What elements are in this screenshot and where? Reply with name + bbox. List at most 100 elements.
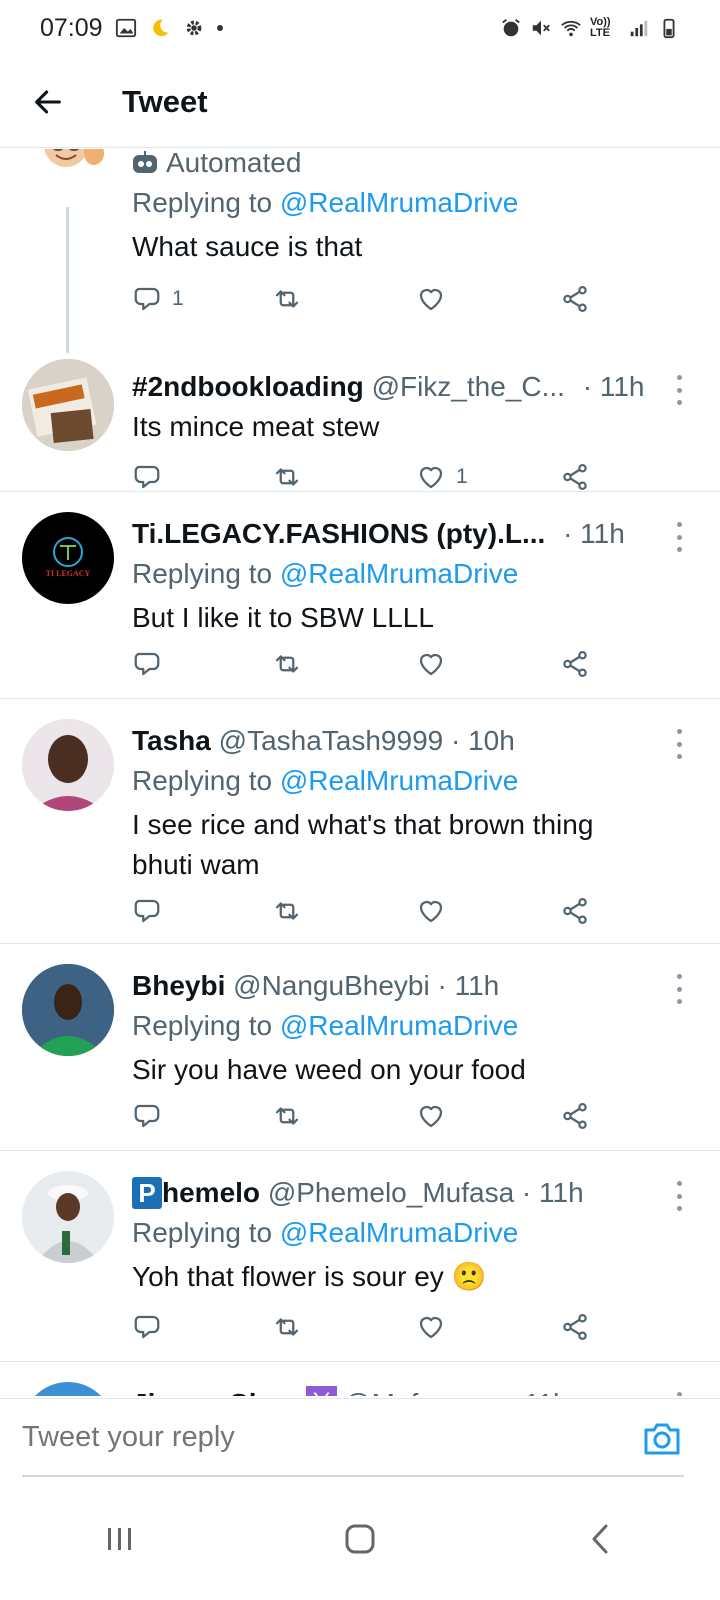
comment-icon xyxy=(134,1315,160,1339)
mention-link[interactable]: @RealMrumaDrive xyxy=(280,1217,518,1248)
retweet-icon xyxy=(275,468,299,486)
more-options-button[interactable] xyxy=(674,729,684,759)
retweet-button[interactable] xyxy=(272,279,302,319)
retweet-button[interactable] xyxy=(272,1307,302,1347)
mention-link[interactable]: @RealMrumaDrive xyxy=(280,558,518,589)
retweet-button[interactable] xyxy=(272,644,302,684)
avatar[interactable] xyxy=(22,1171,114,1263)
tweet-actions xyxy=(132,1307,602,1347)
avatar[interactable] xyxy=(28,149,108,203)
timestamp: · 11h xyxy=(437,970,500,1001)
mention-link[interactable]: @RealMrumaDrive xyxy=(280,1010,518,1041)
home-button[interactable] xyxy=(320,1509,400,1569)
reply-tweet[interactable]: Jimmy Choo ♓ @Mafenswa · 11h xyxy=(0,1362,720,1396)
more-options-button[interactable] xyxy=(674,375,684,405)
system-back-button[interactable] xyxy=(560,1509,640,1569)
recent-apps-button[interactable] xyxy=(80,1509,160,1569)
recent-apps-icon xyxy=(108,1528,131,1550)
replying-to: Replying to @RealMrumaDrive xyxy=(132,558,519,589)
tweet-text-line: I see rice and what's that brown thing xyxy=(132,809,594,840)
like-button[interactable] xyxy=(416,644,446,684)
reply-button[interactable]: 1 xyxy=(132,279,184,319)
avatar[interactable] xyxy=(22,1382,114,1396)
handle[interactable]: @NanguBheybi xyxy=(233,970,430,1001)
display-name[interactable]: Tasha xyxy=(132,725,211,756)
gallery-icon xyxy=(115,18,136,38)
avatar[interactable] xyxy=(22,359,114,451)
share-button[interactable] xyxy=(560,644,590,684)
reply-tweet[interactable]: #2ndbookloading @Fikz_the_C... · 11h Its… xyxy=(0,341,720,492)
share-button[interactable] xyxy=(560,279,590,319)
avatar[interactable] xyxy=(22,964,114,1056)
timestamp: · 11h xyxy=(507,1388,569,1396)
retweet-button[interactable] xyxy=(272,1096,302,1136)
replying-to: Replying to @RealMrumaDrive xyxy=(132,1010,519,1041)
avatar[interactable] xyxy=(22,719,114,811)
replying-to: Replying to @RealMrumaDrive xyxy=(132,1217,519,1248)
book-cover-icon xyxy=(22,359,114,451)
thread-line xyxy=(66,207,69,353)
comment-icon xyxy=(134,652,160,676)
display-name[interactable]: Jimmy Choo xyxy=(132,1388,300,1396)
reply-button[interactable] xyxy=(132,644,162,684)
share-button[interactable] xyxy=(560,1307,590,1347)
share-icon xyxy=(563,286,587,312)
like-button[interactable] xyxy=(416,279,456,319)
tweet-header: Tasha @TashaTash9999 · 10h xyxy=(132,723,515,759)
like-button[interactable] xyxy=(416,1096,446,1136)
share-button[interactable] xyxy=(560,1096,590,1136)
top-app-bar: Tweet xyxy=(0,56,720,148)
reply-tweet[interactable]: Phemelo @Phemelo_Mufasa · 11h Replying t… xyxy=(0,1151,720,1362)
heart-icon xyxy=(419,1105,443,1128)
reply-tweet[interactable]: Bheybi @NanguBheybi · 11h Replying to @R… xyxy=(0,944,720,1151)
tweet-header: Bheybi @NanguBheybi · 11h xyxy=(132,968,499,1004)
more-options-button[interactable] xyxy=(674,974,684,1004)
mention-link[interactable]: @RealMrumaDrive xyxy=(280,765,518,796)
brand-logo-icon: TI LEGACY xyxy=(46,537,91,578)
display-name[interactable]: hemelo xyxy=(162,1177,260,1208)
display-name[interactable]: Bheybi xyxy=(132,970,225,1001)
tweet-actions: 1 xyxy=(132,279,602,319)
svg-text:TI LEGACY: TI LEGACY xyxy=(46,569,91,578)
avatar[interactable]: TI LEGACY xyxy=(22,512,114,604)
camera-icon xyxy=(644,1423,680,1455)
name-letter-badge: P xyxy=(132,1177,162,1209)
display-name[interactable]: #2ndbookloading xyxy=(132,371,364,402)
system-nav-bar xyxy=(0,1478,720,1600)
home-icon xyxy=(345,1524,375,1554)
retweet-button[interactable] xyxy=(272,891,302,931)
share-button[interactable] xyxy=(560,891,590,931)
mention-link[interactable]: @RealMrumaDrive xyxy=(280,187,518,218)
back-button[interactable] xyxy=(18,72,78,132)
more-options-button[interactable] xyxy=(674,1181,684,1211)
reply-tweet[interactable]: TI LEGACY Ti.LEGACY.FASHIONS (pty).L... … xyxy=(0,492,720,699)
more-options-button[interactable] xyxy=(674,1392,684,1396)
retweet-icon xyxy=(275,290,299,308)
heart-icon xyxy=(419,288,443,311)
handle[interactable]: @Fikz_the_C... xyxy=(372,371,565,402)
tweet-header: Phemelo @Phemelo_Mufasa · 11h xyxy=(132,1175,584,1211)
frown-emoji-icon: 🙁 xyxy=(451,1261,487,1292)
handle[interactable]: @TashaTash9999 xyxy=(219,725,444,756)
reply-tweet[interactable]: Tasha @TashaTash9999 · 10h Replying to @… xyxy=(0,699,720,944)
reply-button[interactable] xyxy=(132,1096,162,1136)
more-options-button[interactable] xyxy=(674,522,684,552)
share-icon xyxy=(563,651,587,677)
heart-icon xyxy=(419,900,443,923)
tweet-text: What sauce is that xyxy=(132,231,363,262)
reply-button[interactable] xyxy=(132,1307,162,1347)
reply-button[interactable] xyxy=(132,891,162,931)
tweet-header: Jimmy Choo ♓ @Mafenswa · 11h xyxy=(132,1386,569,1396)
timestamp: · 11h xyxy=(582,371,645,402)
handle[interactable]: @Phemelo_Mufasa xyxy=(268,1177,514,1208)
like-button[interactable] xyxy=(416,891,446,931)
chevron-left-icon xyxy=(592,1524,608,1554)
camera-button[interactable] xyxy=(642,1421,682,1457)
display-name[interactable]: Ti.LEGACY.FASHIONS (pty).L... xyxy=(132,518,545,549)
handle[interactable]: @Mafenswa xyxy=(343,1388,499,1396)
reply-tweet[interactable]: Automated Replying to @RealMrumaDrive Wh… xyxy=(0,149,720,353)
replies-feed[interactable]: Automated Replying to @RealMrumaDrive Wh… xyxy=(0,149,720,1396)
like-button[interactable] xyxy=(416,1307,446,1347)
robot-icon xyxy=(133,151,157,173)
reply-input[interactable] xyxy=(22,1421,582,1454)
